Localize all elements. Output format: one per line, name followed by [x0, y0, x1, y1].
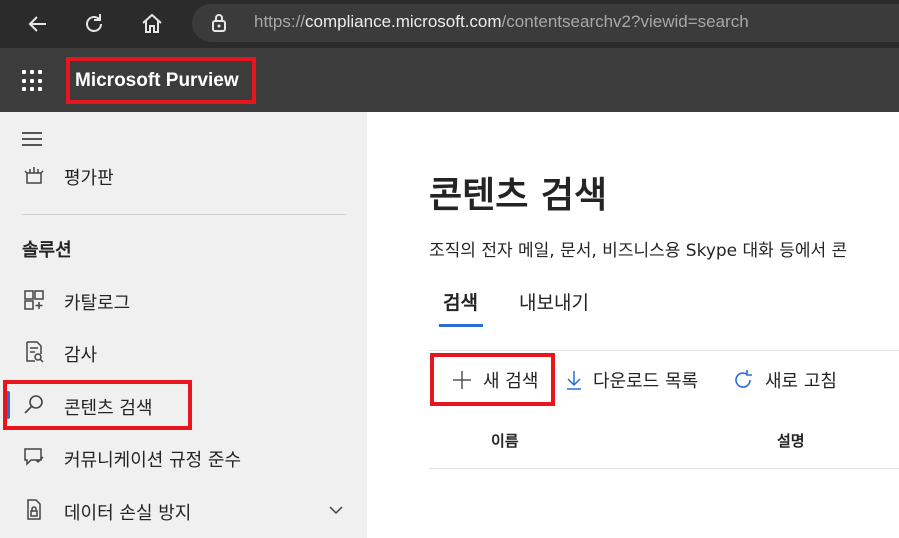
- back-button[interactable]: [24, 10, 52, 38]
- download-icon: [567, 371, 581, 390]
- url-text[interactable]: https://compliance.microsoft.com/content…: [254, 12, 749, 32]
- refresh-label: 새로 고침: [765, 371, 837, 392]
- main-content: 콘텐츠 검색 조직의 전자 메일, 문서, 비즈니스용 Skype 대화 등에서…: [367, 112, 899, 538]
- highlight-box-content-search: [3, 380, 192, 430]
- trial-icon: [24, 167, 44, 184]
- sidebar-section-title: 솔루션: [22, 240, 72, 261]
- sidebar: 평가판 솔루션 카탈로그 감사 콘텐츠 검색 커뮤니케이션 규정 준수 데이터 …: [0, 112, 367, 538]
- audit-icon: [26, 341, 44, 363]
- download-list-label: 다운로드 목록: [593, 371, 699, 392]
- refresh-button[interactable]: 새로 고침: [731, 365, 837, 395]
- column-header-divider: [429, 468, 899, 469]
- home-button[interactable]: [138, 10, 166, 38]
- column-header-name[interactable]: 이름: [491, 430, 519, 451]
- page-title: 콘텐츠 검색: [429, 175, 608, 216]
- chevron-down-icon[interactable]: [328, 504, 344, 516]
- download-list-button[interactable]: 다운로드 목록: [565, 365, 698, 395]
- sidebar-item-label: 평가판: [64, 168, 114, 189]
- sidebar-item-label: 커뮤니케이션 규정 준수: [64, 450, 242, 471]
- refresh-icon: [735, 370, 752, 388]
- column-header-description[interactable]: 설명: [777, 430, 805, 451]
- sidebar-item-communication-compliance[interactable]: 커뮤니케이션 규정 준수: [0, 437, 367, 477]
- app-header: Microsoft Purview: [0, 48, 899, 112]
- brand-title[interactable]: Microsoft Purview: [75, 70, 239, 92]
- url-host: compliance.microsoft.com: [305, 12, 502, 31]
- sidebar-item-label: 감사: [64, 345, 98, 366]
- hamburger-icon[interactable]: [22, 132, 42, 148]
- sidebar-item-data-loss-prevention[interactable]: 데이터 손실 방지: [0, 490, 367, 530]
- back-arrow-icon: [28, 16, 46, 32]
- sidebar-item-trial[interactable]: 평가판: [0, 155, 367, 195]
- sidebar-item-catalog[interactable]: 카탈로그: [0, 280, 367, 320]
- reload-button[interactable]: [80, 10, 108, 38]
- lock-icon[interactable]: [210, 13, 228, 33]
- home-icon: [142, 13, 162, 33]
- url-path: /contentsearchv2?viewid=search: [501, 12, 749, 31]
- catalog-icon: [24, 290, 44, 310]
- dlp-icon: [27, 499, 41, 520]
- toolbar-divider: [429, 350, 899, 351]
- tab-selected-underline: [439, 324, 483, 327]
- url-prefix: https://: [254, 12, 306, 31]
- sidebar-item-audit[interactable]: 감사: [0, 332, 367, 372]
- tab-search[interactable]: 검색: [443, 288, 478, 315]
- sidebar-item-label: 카탈로그: [64, 293, 131, 314]
- app-launcher-icon[interactable]: [22, 70, 44, 92]
- sidebar-item-label: 데이터 손실 방지: [64, 503, 192, 524]
- sidebar-divider: [22, 214, 346, 215]
- reload-icon: [86, 14, 102, 32]
- highlight-box-new-search: [430, 353, 555, 406]
- communication-icon: [24, 448, 44, 466]
- page-description: 조직의 전자 메일, 문서, 비즈니스용 Skype 대화 등에서 콘: [429, 241, 848, 261]
- browser-toolbar: https://compliance.microsoft.com/content…: [0, 0, 899, 48]
- address-bar[interactable]: https://compliance.microsoft.com/content…: [192, 4, 899, 42]
- tab-export[interactable]: 내보내기: [519, 288, 589, 315]
